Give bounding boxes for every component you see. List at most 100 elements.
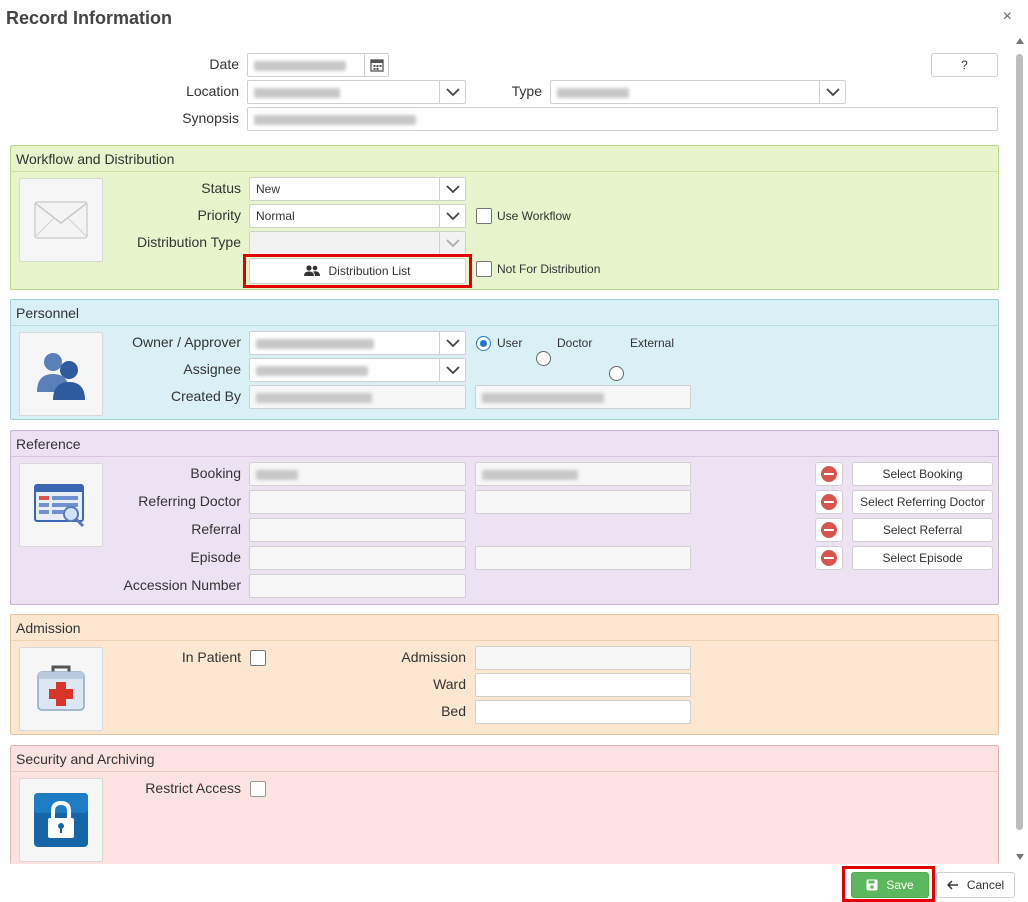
- synopsis-label: Synopsis: [182, 110, 239, 126]
- booking-detail-field: [475, 462, 691, 486]
- status-label: Status: [201, 180, 241, 196]
- remove-icon: [821, 522, 837, 538]
- scroll-down-icon[interactable]: [1016, 854, 1024, 860]
- select-referral-button[interactable]: Select Referral: [852, 518, 993, 542]
- distribution-list-label: Distribution List: [328, 264, 411, 278]
- security-title: Security and Archiving: [11, 746, 998, 772]
- users-icon: [304, 265, 321, 276]
- distribution-type-label: Distribution Type: [136, 234, 241, 250]
- priority-select[interactable]: Normal: [249, 204, 466, 228]
- distribution-list-button[interactable]: Distribution List: [249, 258, 466, 284]
- priority-value: Normal: [256, 209, 295, 223]
- search-records-icon: [19, 463, 103, 547]
- personnel-title: Personnel: [11, 300, 998, 326]
- radio-doctor-label: Doctor: [557, 336, 593, 350]
- accession-number-field: [249, 574, 466, 598]
- created-by-label: Created By: [170, 388, 241, 404]
- priority-label: Priority: [197, 207, 241, 223]
- remove-icon: [821, 466, 837, 482]
- synopsis-field[interactable]: [247, 107, 998, 131]
- restrict-access-label: Restrict Access: [145, 780, 241, 796]
- referral-field: [249, 518, 466, 542]
- referring-doctor-detail-field: [475, 490, 691, 514]
- save-button[interactable]: Save: [851, 872, 929, 898]
- radio-external-label: External: [630, 336, 675, 350]
- bed-label: Bed: [441, 703, 466, 719]
- cancel-button[interactable]: Cancel: [936, 872, 1015, 898]
- arrow-left-icon: [946, 880, 958, 890]
- accession-number-label: Accession Number: [123, 577, 242, 593]
- remove-icon: [821, 550, 837, 566]
- use-workflow-label: Use Workflow: [497, 209, 571, 223]
- remove-referral-button[interactable]: [815, 518, 843, 542]
- save-icon: [866, 879, 878, 891]
- cancel-label: Cancel: [966, 878, 1005, 892]
- radio-user-label: User: [497, 336, 523, 350]
- help-button[interactable]: ?: [931, 53, 998, 77]
- owner-select[interactable]: [249, 331, 466, 355]
- scroll-up-icon[interactable]: [1016, 38, 1024, 44]
- assignee-label: Assignee: [183, 361, 241, 377]
- select-booking-button[interactable]: Select Booking: [852, 462, 993, 486]
- envelope-icon: [19, 178, 103, 262]
- type-select[interactable]: [550, 80, 846, 104]
- location-select[interactable]: [247, 80, 466, 104]
- referring-doctor-field: [249, 490, 466, 514]
- date-field[interactable]: [247, 53, 389, 77]
- first-aid-icon: [19, 647, 103, 731]
- distribution-type-select[interactable]: [249, 231, 466, 255]
- episode-label: Episode: [190, 549, 241, 565]
- referring-doctor-label: Referring Doctor: [138, 493, 241, 509]
- use-workflow-checkbox[interactable]: [476, 208, 492, 224]
- scrollbar[interactable]: [1014, 38, 1026, 864]
- remove-referring-doctor-button[interactable]: [815, 490, 843, 514]
- admission-label: Admission: [401, 649, 466, 665]
- chevron-down-icon[interactable]: [439, 232, 465, 254]
- episode-field: [249, 546, 466, 570]
- chevron-down-icon[interactable]: [439, 359, 465, 381]
- not-for-distribution-label: Not For Distribution: [497, 262, 601, 276]
- type-label: Type: [511, 83, 542, 99]
- remove-episode-button[interactable]: [815, 546, 843, 570]
- chevron-down-icon[interactable]: [439, 332, 465, 354]
- security-panel: Security and Archiving: [10, 745, 999, 864]
- admission-field: [475, 646, 691, 670]
- scroll-thumb[interactable]: [1016, 54, 1023, 830]
- booking-field: [249, 462, 466, 486]
- select-episode-button[interactable]: Select Episode: [852, 546, 993, 570]
- restrict-access-checkbox[interactable]: [250, 781, 266, 797]
- referral-label: Referral: [191, 521, 241, 537]
- assignee-select[interactable]: [249, 358, 466, 382]
- location-label: Location: [186, 83, 239, 99]
- users-group-icon: [19, 332, 103, 416]
- dialog-title: Record Information: [6, 8, 173, 28]
- select-referring-doctor-button[interactable]: Select Referring Doctor: [852, 490, 993, 514]
- remove-booking-button[interactable]: [815, 462, 843, 486]
- bed-field[interactable]: [475, 700, 691, 724]
- chevron-down-icon[interactable]: [439, 178, 465, 200]
- radio-external[interactable]: [609, 366, 624, 381]
- ward-field[interactable]: [475, 673, 691, 697]
- calendar-icon[interactable]: [364, 54, 388, 76]
- status-value: New: [256, 182, 281, 196]
- in-patient-checkbox[interactable]: [250, 650, 266, 666]
- lock-icon: [19, 778, 103, 862]
- date-label: Date: [209, 56, 239, 72]
- in-patient-label: In Patient: [181, 649, 241, 665]
- status-select[interactable]: New: [249, 177, 466, 201]
- chevron-down-icon[interactable]: [819, 81, 845, 103]
- booking-label: Booking: [190, 465, 241, 481]
- radio-user[interactable]: [476, 336, 491, 351]
- remove-icon: [821, 494, 837, 510]
- reference-title: Reference: [11, 431, 998, 457]
- radio-doctor[interactable]: [536, 351, 551, 366]
- not-for-distribution-checkbox[interactable]: [476, 261, 492, 277]
- owner-label: Owner / Approver: [132, 334, 241, 350]
- save-label: Save: [886, 878, 914, 892]
- chevron-down-icon[interactable]: [439, 205, 465, 227]
- close-icon[interactable]: ×: [1003, 8, 1012, 26]
- chevron-down-icon[interactable]: [439, 81, 465, 103]
- created-date-field: [475, 385, 691, 409]
- created-by-field: [249, 385, 466, 409]
- admission-title: Admission: [11, 615, 998, 641]
